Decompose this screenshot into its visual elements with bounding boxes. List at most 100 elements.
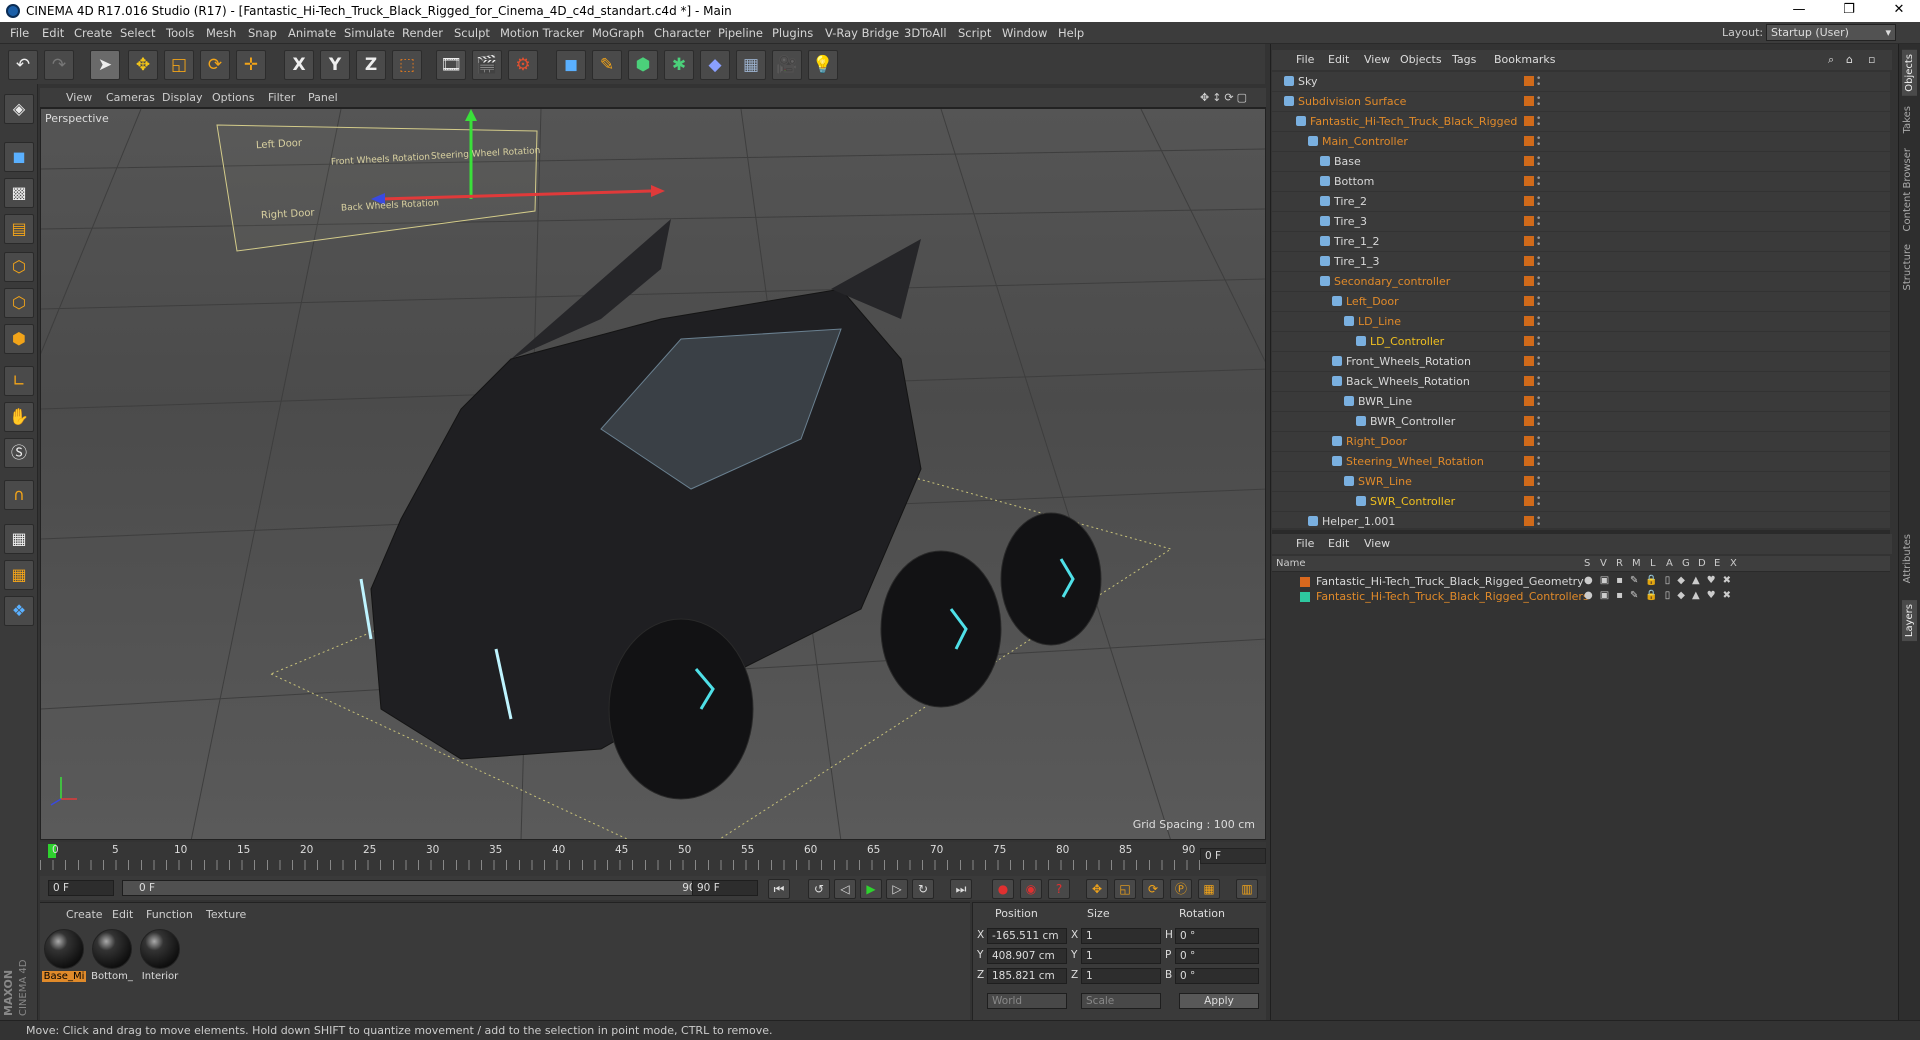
object-row[interactable]: SWR_Controller • •: [1272, 492, 1890, 512]
object-row[interactable]: Fantastic_Hi-Tech_Truck_Black_Rigged • •: [1272, 112, 1890, 132]
python-icon[interactable]: ❖: [4, 596, 34, 626]
menu-render[interactable]: Render: [402, 26, 443, 40]
record-scale-button[interactable]: ◱: [1114, 879, 1136, 899]
subdivision-surface-button[interactable]: ⬢: [628, 50, 658, 80]
menu-file[interactable]: File: [10, 26, 29, 40]
om-menu-edit[interactable]: Edit: [1328, 53, 1349, 66]
menu-motion-tracker[interactable]: Motion Tracker: [500, 26, 584, 40]
object-row[interactable]: Base • •: [1272, 152, 1890, 172]
cloner-button[interactable]: ✱: [664, 50, 694, 80]
tweak-mode-button[interactable]: ✋: [4, 402, 34, 432]
layer-color-swatch[interactable]: [1524, 156, 1534, 166]
material-menu-create[interactable]: Create: [66, 908, 103, 921]
layer-flag-icons[interactable]: ●▣▪✎🔒▯◆▲♥✖: [1584, 575, 1738, 586]
tab-takes[interactable]: Takes: [1902, 106, 1913, 133]
cube-primitive-button[interactable]: ◼: [556, 50, 586, 80]
visibility-dots-icon[interactable]: • •: [1536, 315, 1542, 330]
menu-edit[interactable]: Edit: [42, 26, 64, 40]
close-button[interactable]: ✕: [1884, 2, 1914, 20]
visibility-dots-icon[interactable]: • •: [1536, 395, 1542, 410]
object-row[interactable]: BWR_Line • •: [1272, 392, 1890, 412]
layer-color-swatch[interactable]: [1524, 96, 1534, 106]
start-frame-field[interactable]: 0 F: [48, 880, 114, 896]
visibility-dots-icon[interactable]: • •: [1536, 235, 1542, 250]
rotation-h-field[interactable]: 0 °: [1175, 928, 1259, 944]
texture-mode-button[interactable]: ▩: [4, 178, 34, 208]
layer-color-swatch[interactable]: [1524, 416, 1534, 426]
size-mode-dropdown[interactable]: Scale: [1081, 993, 1161, 1009]
material-swatch[interactable]: Base_Mi: [42, 929, 86, 985]
size-y-field[interactable]: 1: [1081, 948, 1161, 964]
search-icon[interactable]: ⌕: [1828, 53, 1834, 67]
visibility-dots-icon[interactable]: • •: [1536, 375, 1542, 390]
position-y-field[interactable]: 408.907 cm: [987, 948, 1067, 964]
visibility-dots-icon[interactable]: • •: [1536, 195, 1542, 210]
render-view-button[interactable]: 🎞: [436, 50, 466, 80]
tab-content-browser[interactable]: Content Browser: [1902, 148, 1913, 231]
layer-color-swatch[interactable]: [1524, 196, 1534, 206]
object-row[interactable]: Helper_1.001 • •: [1272, 512, 1890, 528]
layer-color-swatch[interactable]: [1524, 76, 1534, 86]
lm-menu-edit[interactable]: Edit: [1328, 537, 1349, 550]
size-x-field[interactable]: 1: [1081, 928, 1161, 944]
quantize-button[interactable]: ▦: [4, 560, 34, 590]
layer-color-swatch[interactable]: [1524, 176, 1534, 186]
menu-create[interactable]: Create: [74, 26, 112, 40]
viewport-menu-filter[interactable]: Filter: [268, 91, 295, 104]
visibility-dots-icon[interactable]: • •: [1536, 495, 1542, 510]
maximize-button[interactable]: ❐: [1834, 2, 1864, 20]
menu-3dtoall[interactable]: 3DToAll: [904, 26, 947, 40]
scale-tool-button[interactable]: ◱: [164, 50, 194, 80]
go-to-start-button[interactable]: ⏮: [768, 879, 790, 899]
visibility-dots-icon[interactable]: • •: [1536, 455, 1542, 470]
viewport-menu-panel[interactable]: Panel: [308, 91, 338, 104]
current-frame-field[interactable]: 0 F: [1200, 848, 1266, 864]
record-active-objects-button[interactable]: ●: [992, 879, 1014, 899]
layer-color-swatch[interactable]: [1524, 356, 1534, 366]
record-position-button[interactable]: ✥: [1086, 879, 1108, 899]
menu-sculpt[interactable]: Sculpt: [454, 26, 490, 40]
3d-viewport[interactable]: Left Door Front Wheels Rotation Steering…: [40, 108, 1266, 840]
viewport-menu-display[interactable]: Display: [162, 91, 203, 104]
visibility-dots-icon[interactable]: • •: [1536, 75, 1542, 90]
visibility-dots-icon[interactable]: • •: [1536, 295, 1542, 310]
visibility-dots-icon[interactable]: • •: [1536, 415, 1542, 430]
layer-color-swatch[interactable]: [1300, 592, 1310, 602]
layer-color-swatch[interactable]: [1524, 216, 1534, 226]
viewport-menu-options[interactable]: Options: [212, 91, 254, 104]
lm-menu-file[interactable]: File: [1296, 537, 1314, 550]
layer-color-swatch[interactable]: [1524, 396, 1534, 406]
coordinate-mode-dropdown[interactable]: World: [987, 993, 1067, 1009]
menu-plugins[interactable]: Plugins: [772, 26, 813, 40]
camera-button[interactable]: 🎥: [772, 50, 802, 80]
axis-y-button[interactable]: Y: [320, 50, 350, 80]
layer-color-swatch[interactable]: [1524, 336, 1534, 346]
visibility-dots-icon[interactable]: • •: [1536, 435, 1542, 450]
undo-button[interactable]: ↶: [8, 50, 38, 80]
menu-select[interactable]: Select: [120, 26, 155, 40]
visibility-dots-icon[interactable]: • •: [1536, 515, 1542, 529]
axis-mode-button[interactable]: ∟: [4, 366, 34, 396]
workplane-button[interactable]: ▤: [4, 214, 34, 244]
visibility-dots-icon[interactable]: • •: [1536, 175, 1542, 190]
object-row[interactable]: Left_Door • •: [1272, 292, 1890, 312]
visibility-dots-icon[interactable]: • •: [1536, 255, 1542, 270]
material-menu-function[interactable]: Function: [146, 908, 193, 921]
make-editable-button[interactable]: ◈: [4, 94, 34, 124]
object-row[interactable]: Tire_1_2 • •: [1272, 232, 1890, 252]
model-mode-button[interactable]: ◼: [4, 142, 34, 172]
record-parameter-button[interactable]: Ⓟ: [1170, 879, 1192, 899]
menu-pipeline[interactable]: Pipeline: [718, 26, 763, 40]
object-row[interactable]: Tire_3 • •: [1272, 212, 1890, 232]
object-row[interactable]: Front_Wheels_Rotation • •: [1272, 352, 1890, 372]
viewport-menu-cameras[interactable]: Cameras: [106, 91, 155, 104]
home-icon[interactable]: ⌂: [1846, 53, 1853, 66]
material-swatch[interactable]: Bottom_: [90, 929, 134, 985]
visibility-dots-icon[interactable]: • •: [1536, 355, 1542, 370]
rotate-tool-button[interactable]: ⟳: [200, 50, 230, 80]
object-row[interactable]: LD_Line • •: [1272, 312, 1890, 332]
position-z-field[interactable]: 185.821 cm: [987, 968, 1067, 984]
position-x-field[interactable]: -165.511 cm: [987, 928, 1067, 944]
truck-model[interactable]: [359, 219, 1102, 800]
layer-color-swatch[interactable]: [1524, 116, 1534, 126]
